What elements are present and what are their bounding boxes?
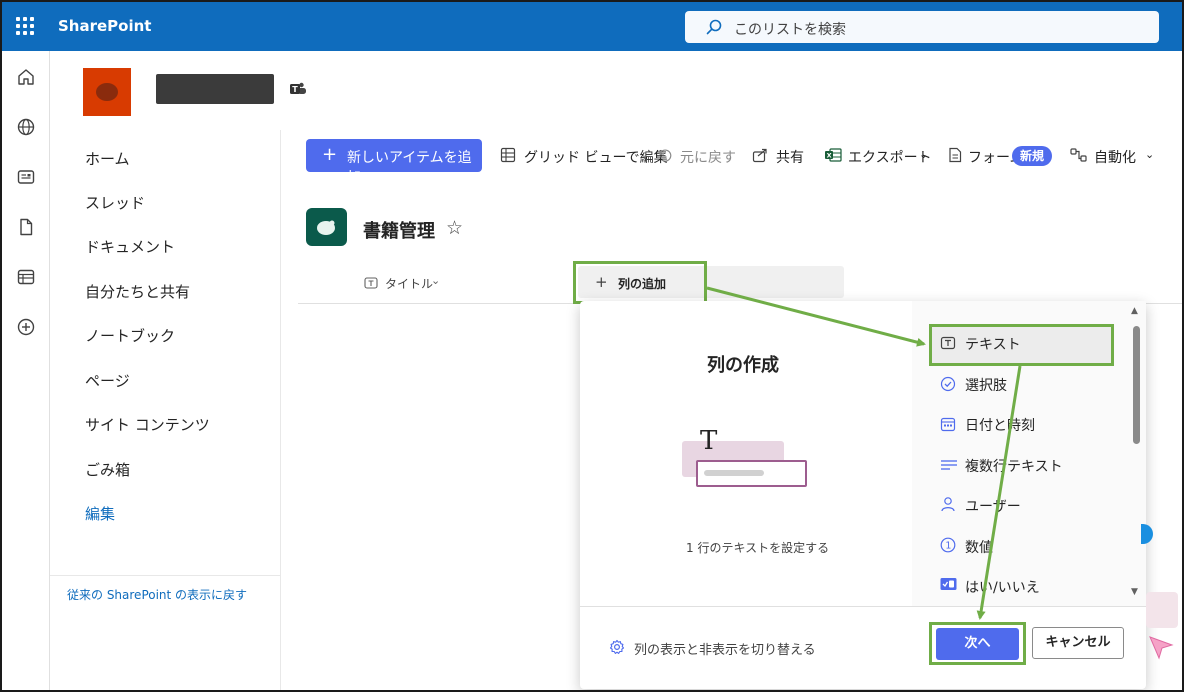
multiline-text-icon — [941, 460, 957, 470]
number-icon: 1 — [940, 537, 956, 553]
cancel-button[interactable]: キャンセル — [1032, 627, 1124, 659]
search-input[interactable]: このリストを検索 — [734, 19, 846, 39]
highlight-box-next — [929, 622, 1026, 665]
highlight-box-text-type — [929, 324, 1114, 366]
nav-item-recycle-bin[interactable]: ごみ箱 — [85, 459, 130, 480]
svg-text:T: T — [292, 85, 298, 94]
nav-item-threads[interactable]: スレッド — [85, 192, 145, 213]
text-column-icon — [364, 277, 378, 289]
nav-item-site-contents[interactable]: サイト コンテンツ — [85, 414, 210, 435]
search-box[interactable]: このリストを検索 — [685, 11, 1159, 43]
new-item-label: 新しいアイテムを追加 — [347, 150, 472, 186]
type-option-multiline[interactable]: 複数行テキスト — [965, 456, 1063, 476]
piggy-bank-icon — [317, 220, 335, 235]
choice-type-icon — [940, 376, 956, 392]
left-navigation: ホーム スレッド ドキュメント 自分たちと共有 ノートブック ページ サイト コ… — [50, 130, 281, 690]
decorative-shape — [1141, 524, 1153, 544]
site-name-redacted — [156, 74, 274, 104]
brand-title[interactable]: SharePoint — [58, 17, 151, 35]
add-circle-icon[interactable] — [16, 317, 36, 337]
site-logo[interactable] — [83, 68, 131, 116]
automate-icon — [1070, 148, 1087, 162]
chevron-down-icon[interactable]: ⌄ — [919, 148, 928, 161]
news-icon[interactable] — [16, 167, 36, 187]
type-option-datetime[interactable]: 日付と時刻 — [965, 415, 1035, 435]
classic-view-link[interactable]: 従来の SharePoint の表示に戻す — [67, 586, 247, 603]
scroll-up-arrow[interactable]: ▲ — [1131, 306, 1138, 316]
yes-no-icon — [940, 578, 957, 590]
type-option-yesno[interactable]: はい/いいえ — [965, 577, 1040, 597]
new-badge: 新規 — [1012, 146, 1052, 166]
list-title: 書籍管理 — [363, 221, 435, 242]
highlight-box-add-column — [573, 261, 707, 304]
favorite-star-icon[interactable]: ☆ — [446, 217, 463, 239]
excel-icon: X — [825, 148, 842, 162]
screenshot-frame: SharePoint このリストを検索 T ホーム スレッド ドキュメント 自分… — [0, 0, 1184, 692]
automate-button[interactable]: 自動化 — [1094, 147, 1136, 167]
nav-item-home[interactable]: ホーム — [85, 148, 130, 169]
nav-item-notebook[interactable]: ノートブック — [85, 325, 175, 346]
share-icon — [752, 148, 767, 163]
undo-button[interactable]: 元に戻す — [680, 147, 736, 167]
list-icon — [306, 208, 347, 246]
home-icon[interactable] — [16, 67, 36, 87]
new-item-button[interactable]: + 新しいアイテムを追加 — [306, 139, 482, 186]
chevron-down-icon[interactable]: ⌄ — [431, 274, 440, 287]
suite-bar: SharePoint このリストを検索 — [2, 2, 1182, 51]
svg-text:1: 1 — [945, 541, 951, 552]
lists-icon[interactable] — [16, 267, 36, 287]
undo-icon — [659, 149, 672, 162]
nav-item-shared[interactable]: 自分たちと共有 — [85, 281, 190, 302]
svg-text:X: X — [827, 152, 832, 160]
chevron-down-icon[interactable]: ⌄ — [1145, 148, 1154, 161]
app-rail — [2, 51, 50, 690]
search-icon — [706, 19, 722, 35]
grid-edit-button[interactable]: グリッド ビューで編集 — [524, 147, 668, 167]
nav-item-pages[interactable]: ページ — [85, 370, 130, 391]
text-type-illustration-icon: T — [700, 426, 718, 456]
grid-icon — [500, 147, 516, 163]
type-option-number[interactable]: 数値 — [965, 537, 993, 557]
illustration-line — [704, 470, 764, 476]
dialog-description: 1 行のテキストを設定する — [686, 541, 830, 555]
type-option-user[interactable]: ユーザー — [965, 496, 1021, 516]
plus-icon: + — [322, 144, 338, 165]
share-button[interactable]: 共有 — [776, 147, 804, 167]
teams-icon[interactable]: T — [289, 81, 307, 97]
cursor-arrow-icon — [1149, 636, 1174, 660]
decorative-shape — [1146, 592, 1178, 628]
dialog-title: 列の作成 — [707, 355, 779, 376]
nav-edit-link[interactable]: 編集 — [85, 503, 115, 524]
nav-divider — [50, 575, 281, 576]
globe-icon[interactable] — [16, 117, 36, 137]
scroll-down-arrow[interactable]: ▼ — [1131, 587, 1138, 597]
title-column-header[interactable]: タイトル — [385, 275, 433, 292]
scrollbar-thumb[interactable] — [1133, 326, 1140, 444]
dialog-footer-divider — [580, 606, 1146, 607]
calendar-icon — [940, 417, 956, 432]
document-icon[interactable] — [16, 217, 36, 237]
gear-icon — [609, 639, 625, 654]
app-launcher-icon[interactable] — [16, 17, 34, 35]
type-option-choice[interactable]: 選択肢 — [965, 375, 1007, 395]
nav-item-documents[interactable]: ドキュメント — [85, 236, 175, 257]
person-icon — [941, 497, 955, 512]
forms-icon — [949, 147, 962, 163]
toggle-columns-link[interactable]: 列の表示と非表示を切り替える — [634, 639, 816, 658]
